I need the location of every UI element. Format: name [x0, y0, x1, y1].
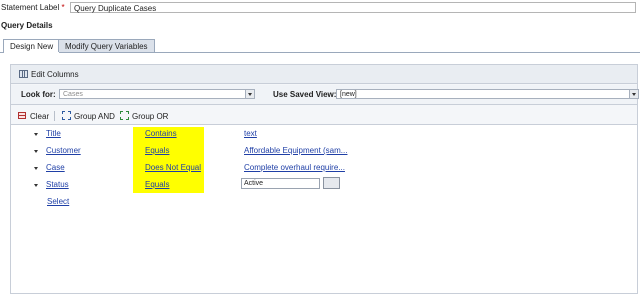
- look-for-value: Cases: [63, 91, 83, 98]
- operator-does-not-equal[interactable]: Does Not Equal: [145, 163, 201, 172]
- row-menu-icon[interactable]: [34, 167, 38, 170]
- operator-contains[interactable]: Contains: [145, 129, 177, 138]
- group-or-button[interactable]: Group OR: [132, 112, 168, 121]
- look-for-select[interactable]: Cases: [59, 89, 255, 99]
- statement-label-input[interactable]: Query Duplicate Cases: [70, 2, 636, 13]
- look-for-label: Look for:: [21, 90, 56, 99]
- clear-icon[interactable]: [18, 111, 27, 120]
- status-value-input[interactable]: Active: [241, 178, 320, 189]
- use-saved-view-label: Use Saved View:: [273, 90, 337, 99]
- field-customer[interactable]: Customer: [46, 146, 81, 155]
- statement-label: Statement Label *: [1, 3, 65, 12]
- tab-modify-query-variables[interactable]: Modify Query Variables: [58, 39, 155, 52]
- field-status[interactable]: Status: [46, 180, 69, 189]
- statement-label-text: Statement Label: [1, 3, 60, 12]
- select-link[interactable]: Select: [47, 197, 69, 206]
- row-menu-icon[interactable]: [34, 133, 38, 136]
- group-or-icon[interactable]: [120, 111, 129, 120]
- value-text[interactable]: text: [244, 129, 257, 138]
- toolbar-divider: [54, 111, 55, 121]
- chevron-down-icon[interactable]: [629, 90, 638, 98]
- field-title[interactable]: Title: [46, 129, 61, 138]
- saved-view-value: [new]: [340, 91, 357, 98]
- row-menu-icon[interactable]: [34, 150, 38, 153]
- clear-button[interactable]: Clear: [30, 112, 49, 121]
- group-and-icon[interactable]: [62, 111, 71, 120]
- edit-columns-button[interactable]: Edit Columns: [31, 70, 79, 79]
- chevron-down-icon[interactable]: [245, 90, 254, 98]
- query-details-heading: Query Details: [1, 21, 53, 30]
- operator-equals[interactable]: Equals: [145, 146, 169, 155]
- tab-design-new[interactable]: Design New: [3, 39, 61, 53]
- edit-columns-toolbar: [11, 65, 637, 84]
- value-customer[interactable]: Affordable Equipment (sam...: [244, 146, 347, 155]
- lookup-button[interactable]: [323, 177, 340, 189]
- value-case[interactable]: Complete overhaul require...: [244, 163, 345, 172]
- row-menu-icon[interactable]: [34, 184, 38, 187]
- operator-equals[interactable]: Equals: [145, 180, 169, 189]
- edit-columns-icon[interactable]: [19, 70, 28, 78]
- field-case[interactable]: Case: [46, 163, 65, 172]
- group-and-button[interactable]: Group AND: [74, 112, 115, 121]
- required-mark: *: [61, 3, 65, 12]
- saved-view-select[interactable]: [new]: [336, 89, 639, 99]
